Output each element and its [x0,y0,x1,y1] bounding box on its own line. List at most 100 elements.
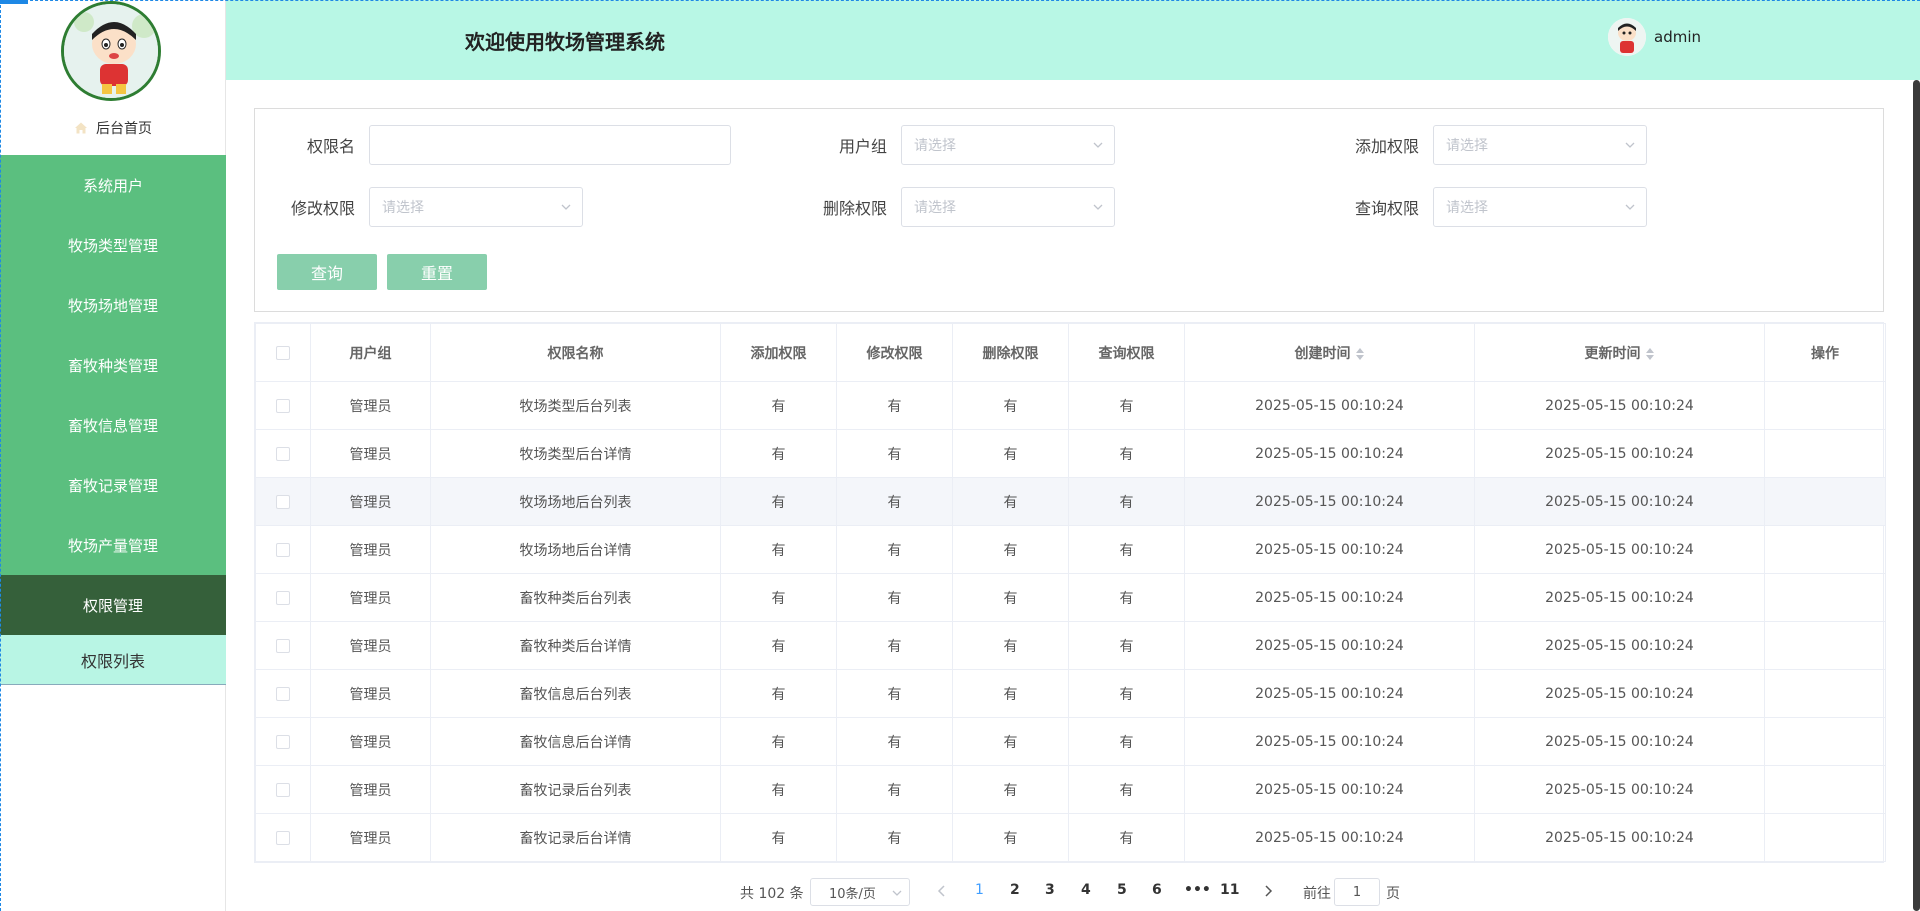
row-checkbox[interactable] [276,590,290,605]
cell-updated-at: 2025-05-15 00:10:24 [1474,381,1765,430]
col-delete-permission: 删除权限 [952,323,1069,382]
delete-permission-select[interactable]: 请选择 [901,187,1115,227]
user-avatar[interactable] [1608,18,1646,56]
home-link[interactable]: 后台首页 [0,116,226,140]
cell-delete-permission: 有 [952,429,1069,478]
cell-updated-at: 2025-05-15 00:10:24 [1474,477,1765,526]
sidebar-item-ranch-output[interactable]: 牧场产量管理 [0,515,226,575]
sidebar-item-livestock-info[interactable]: 畜牧信息管理 [0,395,226,455]
add-permission-select[interactable]: 请选择 [1433,125,1647,165]
row-checkbox[interactable] [276,494,290,509]
sidebar-item-permissions[interactable]: 权限管理 [0,575,226,635]
page-3[interactable]: 3 [1045,882,1055,898]
row-checkbox[interactable] [276,542,290,557]
cell-query-permission: 有 [1068,669,1185,718]
select-all-checkbox[interactable] [276,345,290,360]
cell-query-permission: 有 [1068,477,1185,526]
col-created-at[interactable]: 创建时间 [1184,323,1475,382]
row-checkbox[interactable] [276,734,290,749]
query-permission-placeholder: 请选择 [1446,200,1488,216]
cell-user-group: 管理员 [310,381,431,430]
col-permission-name: 权限名称 [430,323,721,382]
table-row[interactable]: 管理员 畜牧信息后台详情有有有有 2025-05-15 00:10:24 2025-0… [255,717,1886,766]
edit-permission-placeholder: 请选择 [382,200,424,216]
cell-user-group: 管理员 [310,669,431,718]
sidebar-item-ranch-type[interactable]: 牧场类型管理 [0,215,226,275]
page-2[interactable]: 2 [1010,882,1020,898]
add-permission-placeholder: 请选择 [1446,138,1488,154]
vertical-scrollbar[interactable] [1913,80,1920,911]
user-group-select[interactable]: 请选择 [901,125,1115,165]
page-11[interactable]: 11 [1220,882,1239,898]
cell-delete-permission: 有 [952,477,1069,526]
table-row[interactable]: 管理员 畜牧记录后台详情有有有有 2025-05-15 00:10:24 2025-0… [255,813,1886,862]
table-header-row: 用户组 权限名称 添加权限 修改权限 删除权限 查询权限 创建时间 更新时间 操… [255,323,1886,382]
page-6[interactable]: 6 [1152,882,1162,898]
cell-query-permission: 有 [1068,429,1185,478]
page-ellipsis[interactable]: ••• [1184,882,1211,898]
row-checkbox[interactable] [276,398,290,413]
edit-permission-select[interactable]: 请选择 [369,187,583,227]
user-group-placeholder: 请选择 [914,138,956,154]
row-checkbox[interactable] [276,638,290,653]
cell-created-at: 2025-05-15 00:10:24 [1184,813,1475,862]
cell-edit-permission: 有 [836,765,953,814]
cell-permission-name: 畜牧记录后台详情 [430,813,721,862]
sidebar-item-livestock-species[interactable]: 畜牧种类管理 [0,335,226,395]
table-row[interactable]: 管理员 牧场场地后台详情有有有有 2025-05-15 00:10:24 2025-0… [255,525,1886,574]
app-root: 后台首页 系统用户 牧场类型管理 牧场场地管理 畜牧种类管理 畜牧信息管理 畜牧… [0,0,1920,911]
cell-permission-name: 牧场类型后台列表 [430,381,721,430]
sidebar-item-livestock-records[interactable]: 畜牧记录管理 [0,455,226,515]
user-group-label: 用户组 [838,137,887,156]
cell-add-permission: 有 [720,765,837,814]
cell-created-at: 2025-05-15 00:10:24 [1184,717,1475,766]
table-row[interactable]: 管理员 畜牧种类后台详情有有有有 2025-05-15 00:10:24 2025-0… [255,621,1886,670]
table-row[interactable]: 管理员 牧场类型后台详情有有有有 2025-05-15 00:10:24 2025-0… [255,429,1886,478]
page-5[interactable]: 5 [1117,882,1127,898]
cell-created-at: 2025-05-15 00:10:24 [1184,477,1475,526]
table-row[interactable]: 管理员 牧场类型后台列表有有有有 2025-05-15 00:10:24 2025-0… [255,381,1886,430]
cell-created-at: 2025-05-15 00:10:24 [1184,525,1475,574]
cell-updated-at: 2025-05-15 00:10:24 [1474,573,1765,622]
table-row[interactable]: 管理员 畜牧种类后台列表有有有有 2025-05-15 00:10:24 2025-0… [255,573,1886,622]
cell-edit-permission: 有 [836,381,953,430]
sidebar-item-ranch-site[interactable]: 牧场场地管理 [0,275,226,335]
next-page-icon[interactable] [1260,883,1276,899]
row-checkbox[interactable] [276,446,290,461]
table-row[interactable]: 管理员 畜牧记录后台列表有有有有 2025-05-15 00:10:24 2025-0… [255,765,1886,814]
row-checkbox[interactable] [276,686,290,701]
cell-edit-permission: 有 [836,669,953,718]
cell-add-permission: 有 [720,429,837,478]
page-size-select[interactable]: 10条/页 [810,878,910,906]
cell-actions [1764,621,1886,670]
row-select-cell [255,621,311,670]
query-button[interactable]: 查询 [277,254,377,290]
permission-name-input[interactable] [369,125,731,165]
row-checkbox[interactable] [276,782,290,797]
reset-button[interactable]: 重置 [387,254,487,290]
top-progress-mark [0,0,28,4]
cell-actions [1764,525,1886,574]
cell-permission-name: 畜牧种类后台列表 [430,573,721,622]
page-1[interactable]: 1 [975,882,984,898]
sidebar-item-system-users[interactable]: 系统用户 [0,155,226,215]
table-row[interactable]: 管理员 牧场场地后台列表有有有有 2025-05-15 00:10:24 2025-0… [255,477,1886,526]
sidebar-menu: 系统用户 牧场类型管理 牧场场地管理 畜牧种类管理 畜牧信息管理 畜牧记录管理 … [0,155,226,685]
cell-query-permission: 有 [1068,525,1185,574]
row-select-cell [255,381,311,430]
page-4[interactable]: 4 [1081,882,1091,898]
field-edit-permission: 修改权限 请选择 [255,187,583,227]
user-menu[interactable]: admin [1608,18,1701,56]
row-checkbox[interactable] [276,830,290,845]
prev-page-icon[interactable] [934,883,950,899]
sort-icon[interactable] [1355,347,1365,361]
sidebar: 后台首页 系统用户 牧场类型管理 牧场场地管理 畜牧种类管理 畜牧信息管理 畜牧… [0,0,226,911]
chevron-down-icon [561,204,571,210]
chevron-down-icon [1093,142,1103,148]
sort-icon[interactable] [1645,347,1655,361]
table-row[interactable]: 管理员 畜牧信息后台列表有有有有 2025-05-15 00:10:24 2025-0… [255,669,1886,718]
col-updated-at[interactable]: 更新时间 [1474,323,1765,382]
goto-page-input[interactable]: 1 [1334,878,1380,906]
sidebar-subitem-permission-list[interactable]: 权限列表 [0,635,226,685]
query-permission-select[interactable]: 请选择 [1433,187,1647,227]
